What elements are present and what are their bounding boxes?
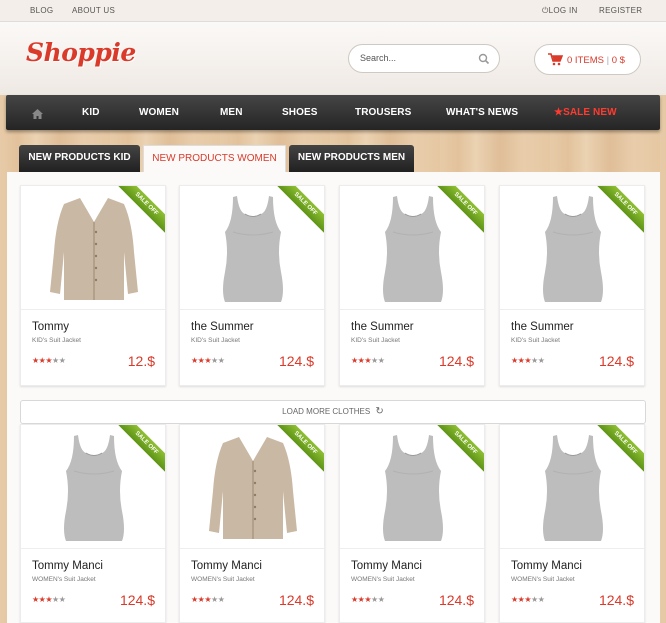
- top-bar: BLOG ABOUT US ⏻LOG IN REGISTER: [0, 0, 666, 22]
- product-name[interactable]: Tommy: [32, 321, 69, 333]
- rating-stars: ★★★★★: [511, 595, 545, 604]
- rating-stars: ★★★★★: [191, 595, 225, 604]
- product-card[interactable]: SALE OFF Tommy Manci WOMEN's Suit Jacket ★★…: [179, 424, 325, 623]
- blog-link[interactable]: BLOG: [30, 6, 53, 15]
- nav-kid[interactable]: KID: [82, 107, 100, 118]
- product-name[interactable]: Tommy Manci: [32, 560, 103, 572]
- rating-stars: ★★★★★: [191, 356, 225, 365]
- product-card[interactable]: SALE OFF Tommy KID's Suit Jacket ★★★★★ 12.$: [20, 185, 166, 386]
- shoppie-logo[interactable]: Shoppie: [26, 38, 136, 67]
- cart-separator: |: [606, 55, 610, 66]
- nav-whats-news[interactable]: WHAT'S NEWS: [446, 107, 518, 118]
- product-card[interactable]: SALE OFF Tommy Manci WOMEN's Suit Jacket ★★…: [499, 424, 645, 623]
- product-name[interactable]: the Summer: [191, 321, 254, 333]
- product-price: 124.$: [278, 592, 314, 608]
- product-price: 124.$: [598, 592, 634, 608]
- nav-trousers[interactable]: TROUSERS: [355, 107, 411, 118]
- product-category: KID's Suit Jacket: [351, 337, 400, 344]
- login-link[interactable]: ⏻LOG IN: [542, 6, 578, 16]
- product-category: WOMEN's Suit Jacket: [511, 576, 575, 583]
- product-price: 12.$: [127, 353, 155, 369]
- product-category: WOMEN's Suit Jacket: [351, 576, 415, 583]
- about-us-link[interactable]: ABOUT US: [72, 6, 115, 15]
- cart-button[interactable]: 0 ITEMS | 0 $: [534, 44, 641, 75]
- product-price: 124.$: [119, 592, 155, 608]
- product-price: 124.$: [438, 592, 474, 608]
- site-header: Shoppie 0 ITEMS | 0 $: [0, 22, 666, 95]
- product-name[interactable]: the Summer: [511, 321, 574, 333]
- product-name[interactable]: Tommy Manci: [511, 560, 582, 572]
- nav-sale-new[interactable]: ★SALE NEW: [554, 107, 617, 118]
- rating-stars: ★★★★★: [351, 595, 385, 604]
- rating-stars: ★★★★★: [32, 356, 66, 365]
- refresh-icon: ↻: [375, 406, 384, 417]
- product-category: WOMEN's Suit Jacket: [32, 576, 96, 583]
- product-name[interactable]: the Summer: [351, 321, 414, 333]
- product-price: 124.$: [598, 353, 634, 369]
- main-nav: KID WOMEN MEN SHOES TROUSERS WHAT'S NEWS…: [6, 95, 660, 130]
- login-label: LOG IN: [548, 6, 578, 15]
- tab-new-products-women[interactable]: NEW PRODUCTS WOMEN: [143, 145, 286, 174]
- product-price: 124.$: [438, 353, 474, 369]
- product-name[interactable]: Tommy Manci: [351, 560, 422, 572]
- tab-new-products-kid[interactable]: NEW PRODUCTS KID: [19, 145, 140, 173]
- product-price: 124.$: [278, 353, 314, 369]
- rating-stars: ★★★★★: [511, 356, 545, 365]
- search-box: [348, 44, 500, 73]
- product-category: KID's Suit Jacket: [191, 337, 240, 344]
- nav-sale-label: SALE NEW: [563, 107, 617, 118]
- product-card[interactable]: SALE OFF the Summer KID's Suit Jacket ★★★★★…: [499, 185, 645, 386]
- power-icon: ⏻: [542, 6, 549, 15]
- nav-men[interactable]: MEN: [220, 107, 243, 118]
- nav-shoes[interactable]: SHOES: [282, 107, 318, 118]
- nav-women[interactable]: WOMEN: [139, 107, 179, 118]
- load-more-button[interactable]: LOAD MORE CLOTHES ↻: [20, 400, 646, 424]
- tab-new-products-men[interactable]: NEW PRODUCTS MEN: [289, 145, 414, 173]
- home-icon[interactable]: [32, 106, 43, 124]
- star-icon: ★: [554, 107, 564, 118]
- register-link[interactable]: REGISTER: [599, 6, 642, 15]
- product-category: WOMEN's Suit Jacket: [191, 576, 255, 583]
- product-card[interactable]: SALE OFF the Summer KID's Suit Jacket ★★★★★…: [179, 185, 325, 386]
- load-more-label: LOAD MORE CLOTHES: [282, 407, 371, 416]
- product-card[interactable]: SALE OFF Tommy Manci WOMEN's Suit Jacket ★★…: [20, 424, 166, 623]
- rating-stars: ★★★★★: [351, 356, 385, 365]
- cart-icon: [548, 53, 564, 69]
- search-icon[interactable]: [478, 52, 490, 70]
- product-card[interactable]: SALE OFF the Summer KID's Suit Jacket ★★★★★…: [339, 185, 485, 386]
- search-input[interactable]: [360, 53, 470, 63]
- rating-stars: ★★★★★: [32, 595, 66, 604]
- product-category: KID's Suit Jacket: [511, 337, 560, 344]
- cart-total: 0 $: [611, 55, 625, 66]
- product-card[interactable]: SALE OFF Tommy Manci WOMEN's Suit Jacket ★★…: [339, 424, 485, 623]
- product-name[interactable]: Tommy Manci: [191, 560, 262, 572]
- product-category: KID's Suit Jacket: [32, 337, 81, 344]
- cart-items-count: 0 ITEMS: [567, 55, 604, 66]
